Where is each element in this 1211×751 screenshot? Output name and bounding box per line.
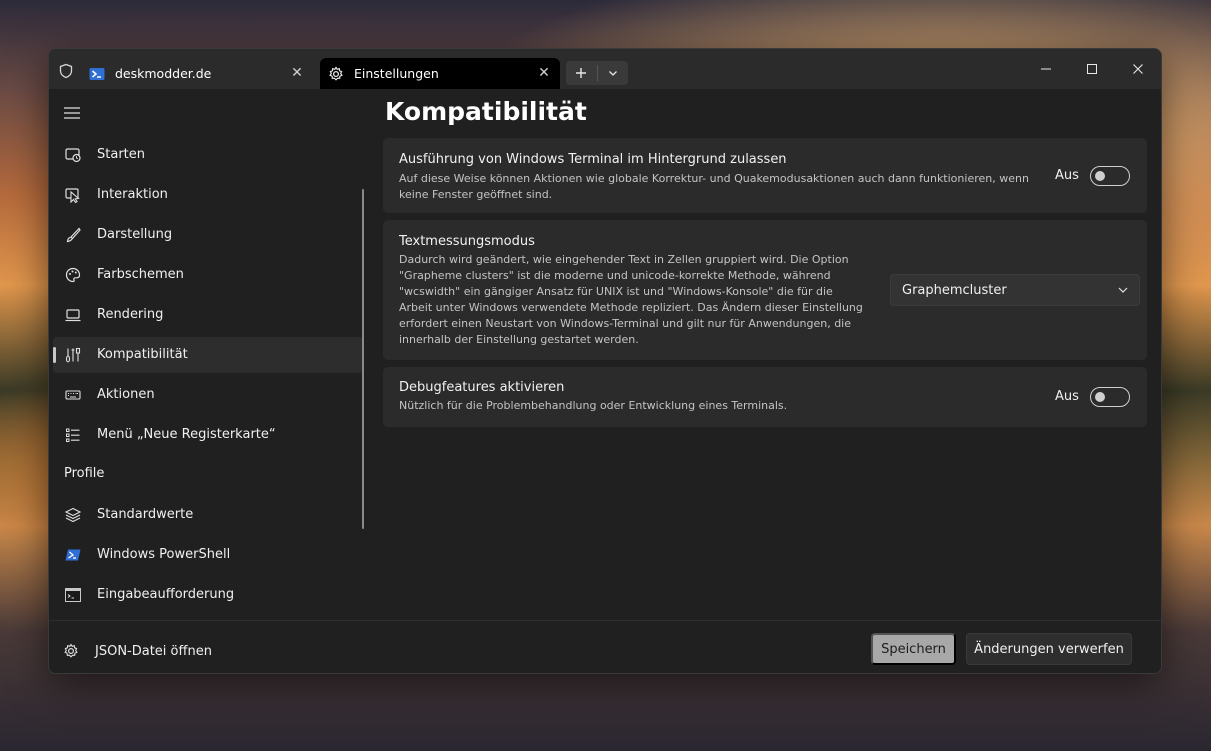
setting-text-measurement: Textmessungsmodus Dadurch wird geändert,…	[383, 220, 1147, 360]
selection-indicator	[53, 347, 56, 363]
save-button[interactable]: Speichern	[871, 633, 956, 665]
close-icon[interactable]: ✕	[536, 65, 552, 81]
tab-einstellungen[interactable]: Einstellungen ✕	[320, 58, 560, 89]
sidebar-item-standardwerte[interactable]: Standardwerte	[53, 497, 363, 533]
sidebar-item-label: Windows PowerShell	[97, 547, 231, 562]
maximize-icon	[1087, 64, 1097, 74]
gear-icon	[64, 643, 78, 658]
setting-description: Nützlich für die Problembehandlung oder …	[399, 399, 788, 412]
setting-title: Ausführung von Windows Terminal im Hinte…	[399, 152, 787, 167]
setting-background-allowed: Ausführung von Windows Terminal im Hinte…	[383, 138, 1147, 213]
chevron-down-icon	[1118, 287, 1128, 293]
compatibility-icon	[65, 347, 81, 363]
sidebar-item-interaktion[interactable]: Interaktion	[53, 177, 363, 213]
gear-icon	[329, 66, 343, 81]
maximize-button[interactable]	[1069, 59, 1115, 79]
powershell-icon	[89, 68, 105, 80]
sidebar-item-label: Darstellung	[97, 227, 173, 242]
sidebar-item-label: Aktionen	[97, 387, 155, 402]
sidebar-scrollbar[interactable]	[362, 189, 364, 529]
monitor-icon	[65, 309, 81, 322]
palette-icon	[65, 267, 81, 283]
list-icon	[66, 428, 80, 442]
sidebar-item-darstellung[interactable]: Darstellung	[53, 217, 363, 253]
tab-title: Einstellungen	[354, 66, 439, 81]
background-toggle[interactable]	[1090, 166, 1130, 186]
footer-bar: JSON-Datei öffnen Speichern Änderungen v…	[49, 620, 1161, 673]
window-close-button[interactable]	[1115, 59, 1161, 79]
sidebar-item-label: Eingabeaufforderung	[97, 587, 235, 602]
plus-icon[interactable]	[566, 61, 597, 85]
toggle-knob	[1095, 392, 1105, 402]
profiles-header: Profile	[64, 466, 105, 481]
tab-title: deskmodder.de	[115, 66, 212, 81]
sidebar-item-label: Starten	[97, 147, 145, 162]
dropdown-value: Graphemcluster	[902, 283, 1007, 298]
chevron-down-icon[interactable]	[598, 61, 629, 85]
sidebar-item-kompatibilitaet[interactable]: Kompatibilität	[53, 337, 363, 373]
title-bar[interactable]: deskmodder.de ✕ Einstellungen ✕	[49, 49, 1161, 89]
interaction-icon	[65, 188, 80, 203]
toggle-state-label: Aus	[1055, 168, 1079, 183]
powershell-icon	[65, 549, 81, 561]
sidebar-item-eingabeaufforderung[interactable]: Eingabeaufforderung	[53, 577, 363, 613]
setting-description: Auf diese Weise können Aktionen wie glob…	[399, 172, 1029, 201]
keyboard-icon	[65, 390, 81, 400]
setting-description: Dadurch wird geändert, wie eingehender T…	[399, 253, 863, 346]
sidebar-item-rendering[interactable]: Rendering	[53, 297, 363, 333]
sidebar: Starten Interaktion Darstellung Farbsche…	[49, 89, 371, 620]
main-content: Kompatibilität Ausführung von Windows Te…	[383, 89, 1161, 620]
debug-toggle[interactable]	[1090, 387, 1130, 407]
shield-icon	[59, 63, 73, 79]
sidebar-item-label: Kompatibilität	[97, 347, 188, 362]
sidebar-item-aktionen[interactable]: Aktionen	[53, 377, 363, 413]
layers-icon	[65, 507, 81, 523]
sidebar-item-label: Menü „Neue Registerkarte“	[97, 427, 276, 442]
open-json-label: JSON-Datei öffnen	[95, 643, 212, 659]
discard-changes-button[interactable]: Änderungen verwerfen	[966, 633, 1132, 665]
minimize-icon	[1041, 68, 1051, 70]
setting-debug-features: Debugfeatures aktivieren Nützlich für di…	[383, 367, 1147, 427]
cmd-icon	[65, 588, 81, 602]
sidebar-item-label: Interaktion	[97, 187, 168, 202]
brush-icon	[66, 227, 81, 243]
sidebar-item-label: Farbschemen	[97, 267, 184, 282]
close-icon[interactable]: ✕	[289, 65, 305, 81]
page-title: Kompatibilität	[385, 97, 587, 126]
sidebar-item-label: Rendering	[97, 307, 164, 322]
toggle-knob	[1095, 171, 1105, 181]
tab-deskmodder[interactable]: deskmodder.de ✕	[81, 58, 313, 89]
setting-title: Debugfeatures aktivieren	[399, 380, 565, 395]
sidebar-item-windows-powershell[interactable]: Windows PowerShell	[53, 537, 363, 573]
minimize-button[interactable]	[1023, 59, 1069, 79]
close-icon	[1133, 64, 1143, 74]
new-tab-split-button[interactable]	[566, 61, 628, 85]
startup-icon	[65, 148, 81, 163]
settings-window: deskmodder.de ✕ Einstellungen ✕ Starten …	[48, 48, 1162, 674]
sidebar-item-farbschemen[interactable]: Farbschemen	[53, 257, 363, 293]
toggle-state-label: Aus	[1055, 389, 1079, 404]
open-json-link[interactable]: JSON-Datei öffnen	[63, 643, 212, 659]
text-measurement-dropdown[interactable]: Graphemcluster	[890, 274, 1140, 306]
sidebar-item-neue-registerkarte[interactable]: Menü „Neue Registerkarte“	[53, 417, 363, 453]
sidebar-item-label: Standardwerte	[97, 507, 194, 522]
sidebar-item-starten[interactable]: Starten	[53, 137, 363, 173]
setting-title: Textmessungsmodus	[399, 234, 535, 249]
hamburger-menu-icon[interactable]	[63, 105, 81, 121]
